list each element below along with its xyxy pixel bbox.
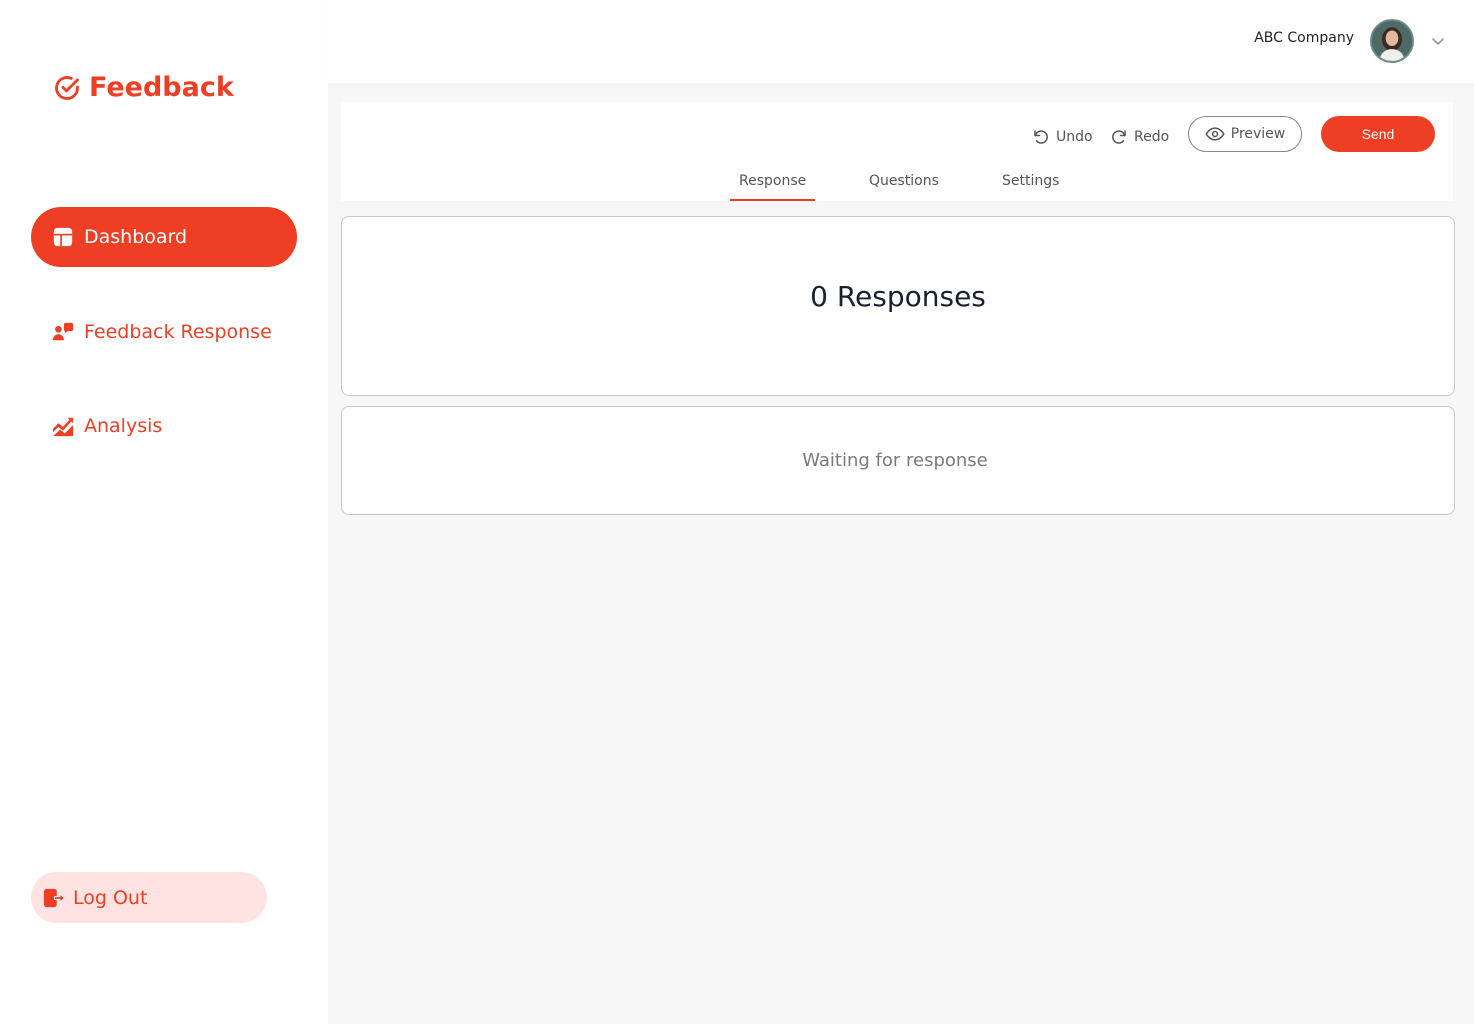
company-name: ABC Company (1254, 30, 1354, 46)
sidebar-item-label: Feedback Response (84, 321, 272, 343)
user-avatar[interactable] (1370, 19, 1414, 63)
eye-icon (1205, 127, 1225, 141)
chevron-down-icon[interactable] (1430, 33, 1446, 49)
redo-icon (1112, 130, 1126, 144)
preview-label: Preview (1230, 126, 1286, 142)
avatar-image (1372, 21, 1412, 61)
sidebar-item-feedback-response[interactable]: Feedback Response (31, 302, 297, 362)
editor-toolbar: Undo Redo Preview Send Response Question… (341, 102, 1453, 201)
brand-logo[interactable]: Feedback (53, 72, 234, 103)
brand-name: Feedback (89, 72, 234, 103)
sidebar-item-label: Analysis (84, 415, 163, 437)
logout-button[interactable]: Log Out (31, 872, 267, 923)
sidebar-item-analysis[interactable]: Analysis (31, 396, 297, 456)
chart-up-icon (52, 417, 74, 437)
waiting-card: Waiting for response (341, 406, 1455, 515)
preview-button[interactable]: Preview (1188, 116, 1302, 152)
response-count-card: 0 Responses (341, 216, 1455, 396)
tab-questions[interactable]: Questions (869, 173, 939, 201)
tab-response[interactable]: Response (729, 173, 816, 201)
undo-label: Undo (1056, 129, 1093, 145)
sidebar: Feedback Dashboard Feedback Response Ana… (0, 0, 328, 1024)
logout-label: Log Out (73, 886, 148, 909)
check-circle-icon (55, 75, 79, 100)
send-button[interactable]: Send (1321, 116, 1435, 152)
sidebar-item-label: Dashboard (84, 226, 188, 248)
undo-button[interactable]: Undo (1032, 124, 1093, 150)
top-header: ABC Company (328, 0, 1474, 83)
response-count: 0 Responses (810, 279, 986, 313)
undo-icon (1034, 130, 1048, 144)
sidebar-item-dashboard[interactable]: Dashboard (31, 207, 297, 267)
redo-button[interactable]: Redo (1110, 124, 1169, 150)
tab-settings[interactable]: Settings (1002, 173, 1059, 201)
users-chat-icon (52, 322, 74, 341)
logout-icon (43, 888, 65, 907)
redo-label: Redo (1134, 129, 1170, 145)
waiting-message: Waiting for response (802, 450, 988, 471)
dashboard-icon (53, 227, 73, 247)
